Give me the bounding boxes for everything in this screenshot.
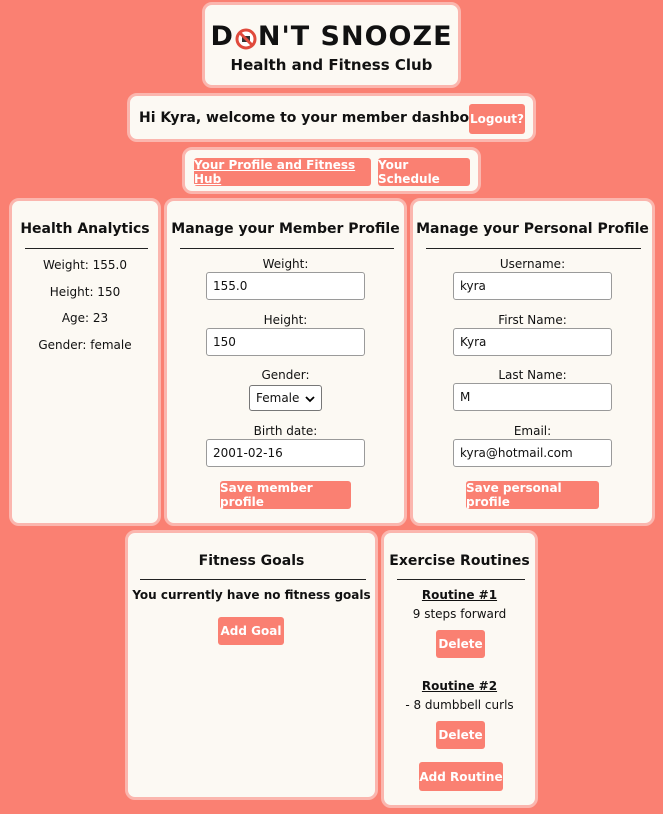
last-name-input[interactable]: M [453,383,612,411]
exercise-routines-card: Exercise Routines Routine #1 9 steps for… [381,530,538,808]
chevron-down-icon [305,393,315,403]
tab-profile-hub[interactable]: Your Profile and Fitness Hub [194,158,371,186]
delete-routine-button[interactable]: Delete [436,721,485,749]
member-profile-title: Manage your Member Profile [171,221,400,237]
email-input[interactable]: kyra@hotmail.com [453,439,612,467]
logout-button[interactable]: Logout? [469,104,525,134]
fitness-goals-title: Fitness Goals [198,553,305,569]
height-label: Height: [263,313,308,327]
title-divider [25,248,148,249]
email-label: Email: [513,424,552,438]
personal-profile-title: Manage your Personal Profile [416,221,649,237]
height-input[interactable]: 150 [206,328,365,356]
weight-input[interactable]: 155.0 [206,272,365,300]
routine-description: 9 steps forward [412,607,507,621]
save-personal-profile-button[interactable]: Save personal profile [466,481,599,509]
username-input[interactable]: kyra [453,272,612,300]
title-divider [397,579,525,580]
title-divider [140,579,366,580]
first-name-input[interactable]: Kyra [453,328,612,356]
header-card: D N'T SNOOZE Health and Fitness Club [202,2,461,88]
save-member-profile-button[interactable]: Save member profile [220,481,351,509]
gender-select-value: Female [256,391,300,405]
first-name-label: First Name: [498,313,567,327]
routine-description: - 8 dumbbell curls [405,698,514,712]
title-divider [426,248,641,249]
exercise-routines-title: Exercise Routines [389,553,530,569]
analytics-age: Age: 23 [61,311,109,325]
no-goals-message: You currently have no fitness goals [132,588,371,602]
member-profile-card: Manage your Member Profile Weight: 155.0… [164,198,407,526]
add-routine-button[interactable]: Add Routine [419,762,503,791]
logo-letter-d: D [210,21,234,52]
app-logo: D N'T SNOOZE [205,21,458,52]
analytics-weight: Weight: 155.0 [42,258,128,272]
routine-title: Routine #1 [421,588,498,602]
title-divider [180,248,394,249]
username-label: Username: [499,257,566,271]
birth-date-input[interactable]: 2001-02-16 [206,439,365,467]
nav-card: Your Profile and Fitness Hub Your Schedu… [182,147,481,194]
personal-profile-card: Manage your Personal Profile Username: k… [410,198,655,526]
welcome-card: Hi Kyra, welcome to your member dashboar… [127,93,536,142]
last-name-label: Last Name: [498,368,567,382]
gender-label: Gender: [261,368,310,382]
fitness-goals-card: Fitness Goals You currently have no fitn… [125,530,378,800]
analytics-gender: Gender: female [38,338,132,352]
analytics-height: Height: 150 [49,285,121,299]
logo-text: N'T SNOOZE [257,21,453,52]
routine-title: Routine #2 [421,679,498,693]
birth-date-label: Birth date: [253,424,318,438]
club-subtitle: Health and Fitness Club [230,56,433,74]
delete-routine-button[interactable]: Delete [436,630,485,658]
health-analytics-title: Health Analytics [20,221,150,237]
weight-label: Weight: [262,257,309,271]
health-analytics-card: Health Analytics Weight: 155.0 Height: 1… [9,198,161,526]
no-sleep-icon [235,26,257,49]
gender-select[interactable]: Female [249,385,322,411]
add-goal-button[interactable]: Add Goal [218,617,284,645]
welcome-message: Hi Kyra, welcome to your member dashboar… [139,110,502,126]
tab-schedule[interactable]: Your Schedule [378,158,470,186]
